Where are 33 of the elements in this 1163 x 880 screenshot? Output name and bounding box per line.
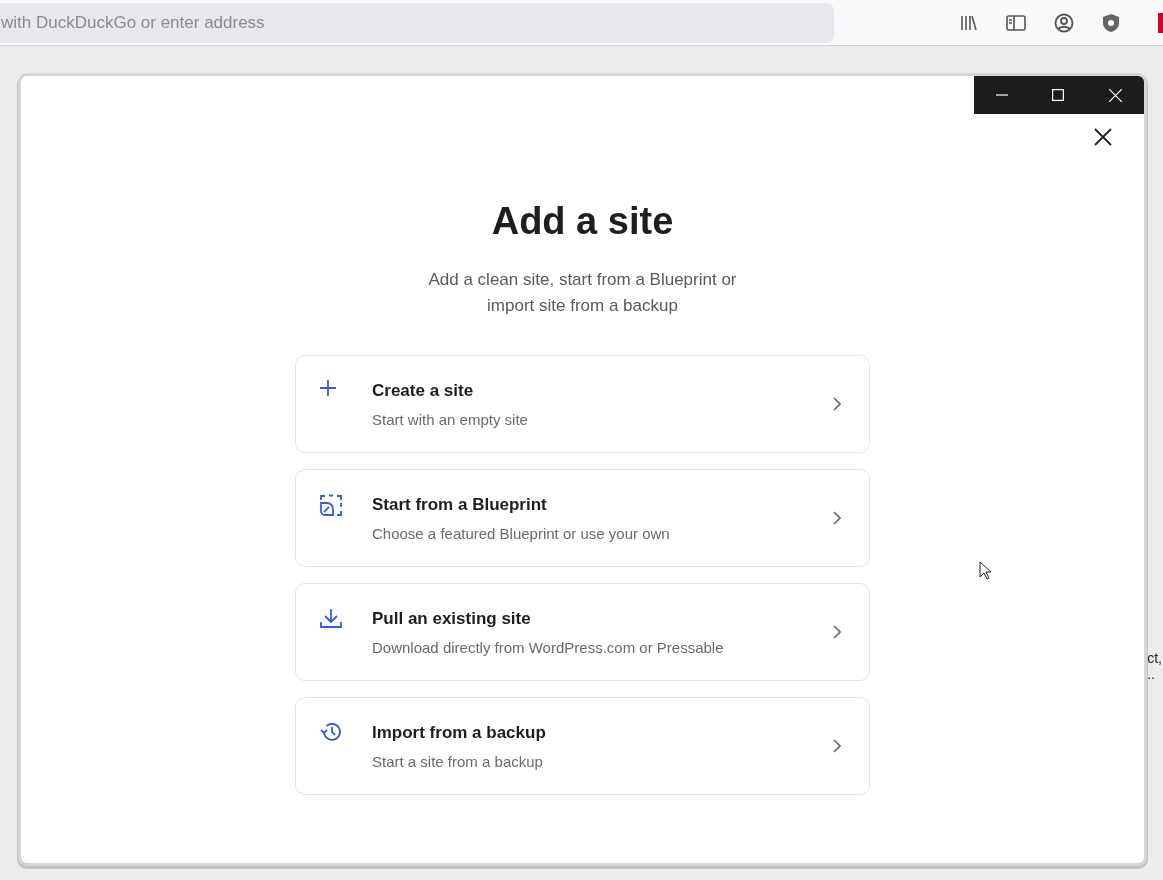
option-description: Download directly from WordPress.com or Pressable bbox=[372, 638, 725, 656]
option-card[interactable]: Pull an existing site Download directly from WordPress.com or Pressable bbox=[295, 583, 870, 681]
option-card[interactable]: Start from a Blueprint Choose a featured Blueprint or use your own bbox=[295, 469, 870, 567]
background-text: .. bbox=[1147, 666, 1155, 682]
shield-icon[interactable] bbox=[1102, 12, 1120, 33]
option-title: Start from a Blueprint bbox=[372, 494, 548, 515]
subtitle-text: import site from a backup bbox=[487, 295, 678, 317]
plus-icon bbox=[320, 380, 336, 396]
option-card[interactable]: Import from a backup Start a site from a backup bbox=[295, 697, 870, 795]
option-card[interactable]: Create a site Start with an empty site bbox=[295, 355, 870, 453]
sidebar-icon[interactable] bbox=[1006, 14, 1026, 31]
close-icon[interactable] bbox=[1094, 128, 1112, 146]
dialog-title: Add a site bbox=[491, 200, 674, 243]
pointer-icon bbox=[979, 561, 991, 580]
download-icon bbox=[320, 608, 342, 628]
library-icon[interactable] bbox=[960, 13, 978, 32]
account-icon[interactable] bbox=[1054, 12, 1074, 33]
history-icon bbox=[320, 722, 342, 742]
subtitle-text: Add a clean site, start from a Blueprint or bbox=[428, 269, 737, 291]
option-description: Start with an empty site bbox=[372, 410, 529, 428]
option-description: Start a site from a backup bbox=[372, 752, 544, 770]
option-title: Pull an existing site bbox=[372, 608, 532, 629]
option-title: Create a site bbox=[372, 380, 475, 401]
chevron-icon bbox=[833, 397, 841, 411]
chevron-icon bbox=[833, 739, 841, 753]
background-text: ct, bbox=[1147, 650, 1162, 666]
chevron-icon bbox=[833, 511, 841, 525]
option-description: Choose a featured Blueprint or use your own bbox=[372, 524, 671, 542]
option-title: Import from a backup bbox=[372, 722, 547, 743]
chevron-icon bbox=[833, 625, 841, 639]
dashed-square-icon bbox=[320, 494, 342, 516]
address-field[interactable]: with DuckDuckGo or enter address bbox=[0, 2, 834, 43]
maximize-icon[interactable] bbox=[1052, 89, 1065, 101]
